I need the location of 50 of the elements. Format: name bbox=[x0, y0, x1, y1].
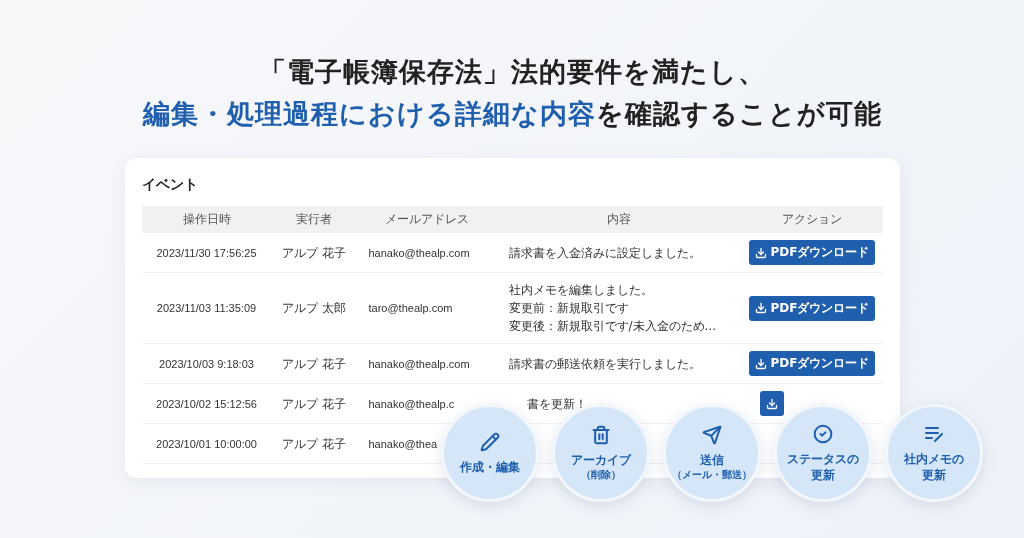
user-cell-text: アルプ 花子 bbox=[282, 395, 346, 413]
feature-label: 更新 bbox=[811, 466, 835, 483]
column-header: 内容 bbox=[496, 206, 742, 233]
feature-label: （削除） bbox=[581, 468, 621, 481]
date-cell-text: 2023/10/01 10:00:00 bbox=[156, 436, 257, 452]
email-cell-text: taro@thealp.com bbox=[368, 301, 453, 316]
pencil-icon bbox=[480, 431, 500, 452]
content-text: 社内メモを編集しました。 bbox=[508, 282, 653, 299]
user-cell-text: アルプ 太郎 bbox=[282, 300, 346, 317]
date-cell-text: 2023/11/30 17:56:25 bbox=[156, 245, 257, 261]
pdf-download-button[interactable]: PDFダウンロード bbox=[748, 295, 876, 321]
date-cell-text: 2023/10/02 15:12:56 bbox=[156, 396, 257, 412]
email-cell-text: hanako@thealp.c bbox=[368, 396, 455, 412]
headline: 「電子帳簿保存法」法的要件を満たし、 bbox=[258, 55, 766, 89]
feature-label: ステータスの bbox=[787, 450, 859, 467]
card-title: イベント bbox=[141, 176, 199, 194]
feature-label: 更新 bbox=[922, 466, 946, 483]
trash-icon bbox=[591, 425, 611, 445]
feature-label: アーカイブ bbox=[571, 452, 631, 468]
date-cell-text: 2023/10/03 9:18:03 bbox=[159, 356, 254, 372]
headline: 編集・処理過程における詳細な内容を確認することが可能 bbox=[142, 97, 882, 131]
download-icon bbox=[754, 302, 767, 314]
pdf-download-button[interactable] bbox=[759, 391, 784, 416]
paper-plane-icon bbox=[702, 425, 722, 445]
date-cell-text: 2023/11/03 11:35:09 bbox=[156, 301, 257, 316]
email-cell-text: hanako@thealp.com bbox=[368, 245, 470, 261]
email-cell-text: hanako@thealp.com bbox=[368, 356, 470, 372]
column-header: 操作日時 bbox=[141, 206, 272, 233]
download-icon bbox=[765, 397, 778, 410]
user-cell-text: アルプ 花子 bbox=[282, 435, 346, 453]
email-cell-text: hanako@thea bbox=[368, 436, 438, 452]
content-text: 変更後：新規取引です/未入金のため... bbox=[508, 318, 716, 335]
user-cell-text: アルプ 花子 bbox=[282, 244, 346, 262]
download-icon bbox=[754, 246, 767, 259]
content-text: 書を更新！ bbox=[526, 395, 587, 413]
column-header: アクション bbox=[741, 206, 883, 233]
column-header: 実行者 bbox=[271, 206, 357, 233]
pdf-download-button[interactable]: PDFダウンロード bbox=[748, 240, 876, 265]
content-text: 請求書の郵送依頼を実行しました。 bbox=[508, 355, 701, 373]
download-icon bbox=[754, 357, 767, 370]
content-text: 変更前：新規取引です bbox=[508, 300, 629, 317]
column-header: メールアドレス bbox=[356, 206, 497, 233]
feature-label: 社内メモの bbox=[904, 450, 964, 467]
feature-label: （メール・郵送） bbox=[672, 468, 752, 481]
content-text: 請求書を入金済みに設定しました。 bbox=[508, 244, 701, 262]
check-circle-icon bbox=[813, 423, 833, 444]
user-cell-text: アルプ 花子 bbox=[282, 355, 346, 373]
feature-label: 作成・編集 bbox=[460, 458, 520, 475]
feature-label: 送信 bbox=[700, 452, 724, 468]
pdf-download-button[interactable]: PDFダウンロード bbox=[748, 351, 876, 376]
